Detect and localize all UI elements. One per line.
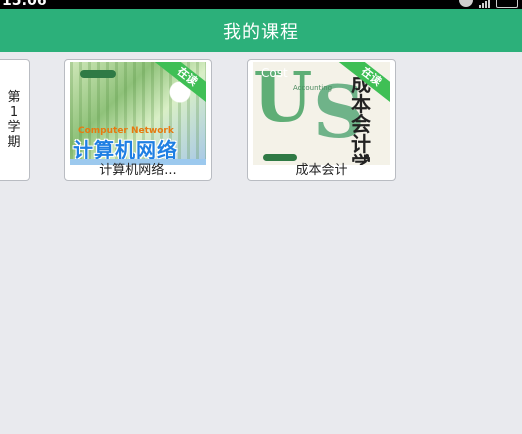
wifi-icon <box>459 0 473 7</box>
course-cover-image: U S Cost Accounting 成 本 会 计 学 B 在读 <box>253 62 390 165</box>
course-card-term1[interactable]: 第 1 学 期 <box>0 59 30 181</box>
course-card-label: 第 1 学 期 <box>7 90 21 150</box>
battery-icon <box>496 0 518 8</box>
reading-ribbon: 在读 <box>154 62 206 105</box>
course-card-caption: 成本会计 <box>295 163 348 178</box>
course-card-caption: 计算机网络... <box>99 163 177 178</box>
course-card-cost-accounting[interactable]: U S Cost Accounting 成 本 会 计 学 B 在读 成本会计 <box>247 59 396 181</box>
status-time: 15:06 <box>2 0 47 9</box>
title-bar: 我的课程 <box>0 9 522 52</box>
status-bar: 15:06 <box>0 0 522 9</box>
publisher-logo <box>80 70 116 78</box>
cover-english-accounting: Accounting <box>293 84 333 92</box>
page-title: 我的课程 <box>223 21 299 43</box>
course-cover-image: Computer Network 计算机网络 在读 <box>70 62 206 165</box>
publisher-logo <box>263 154 297 161</box>
cover-english-cost: Cost <box>261 66 288 80</box>
system-icons <box>459 0 518 9</box>
cover-chinese-title: 成 本 会 计 学 <box>351 72 371 165</box>
course-card-computer-network[interactable]: Computer Network 计算机网络 在读 计算机网络... <box>64 59 212 181</box>
signal-icon <box>479 0 490 8</box>
